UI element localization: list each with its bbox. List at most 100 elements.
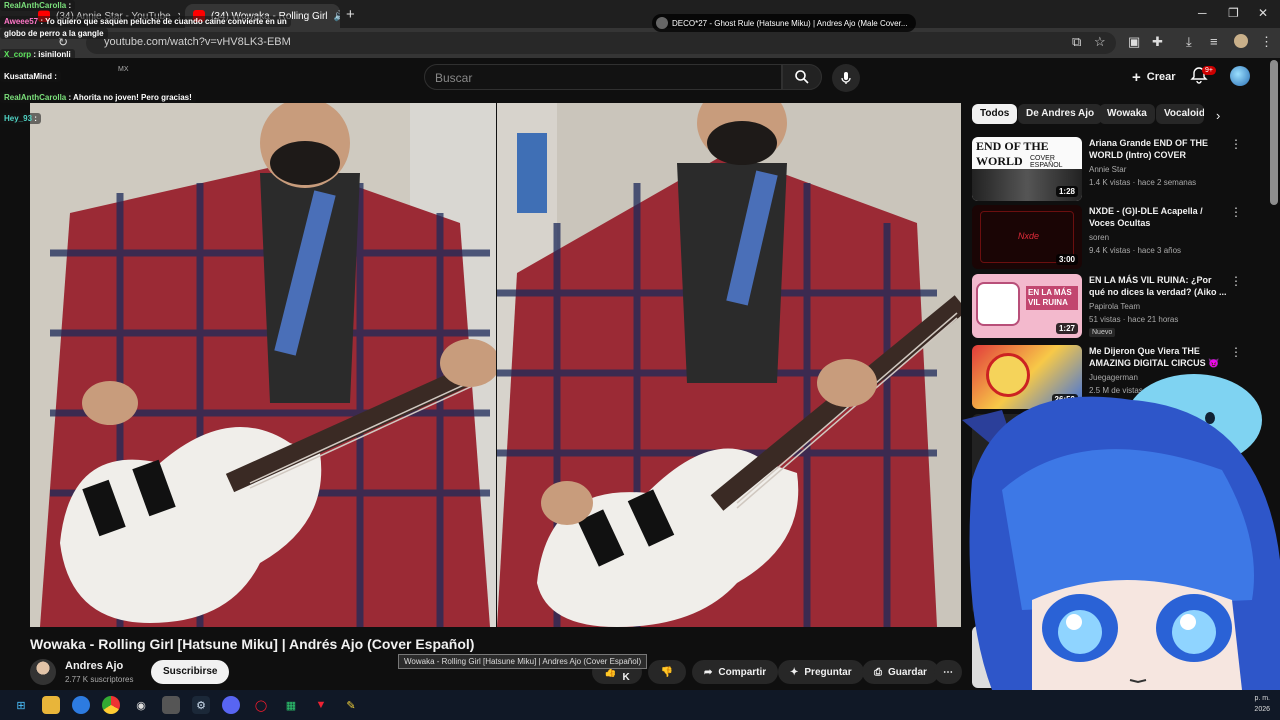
clock-time: p. m. <box>1254 695 1270 702</box>
rec-channel[interactable]: soren <box>1089 233 1109 242</box>
recommendation-item[interactable]: Nxde 3:00 NXDE - (G)I-DLE Acapella / Voc… <box>972 205 1262 269</box>
search-button[interactable] <box>782 64 822 90</box>
discord-icon[interactable] <box>222 696 240 714</box>
recommendation-item[interactable]: END OF THE WORLD COVER ESPAÑOL 1:28 Aria… <box>972 137 1262 201</box>
chip-wowaka[interactable]: Wowaka <box>1099 104 1155 124</box>
steam-icon[interactable]: ⚙ <box>192 696 210 714</box>
country-code: MX <box>118 66 129 73</box>
create-label: Crear <box>1146 71 1176 83</box>
sparkle-icon: ✦ <box>790 666 799 678</box>
install-app-icon[interactable]: ⧉ <box>1072 34 1081 50</box>
more-actions-button[interactable]: ⋯ <box>934 660 962 684</box>
chat-user: X_corp <box>4 50 32 59</box>
thumb-art <box>976 282 1020 326</box>
guitarist-illustration <box>30 103 496 627</box>
vtuber-avatar-overlay <box>962 374 1280 690</box>
video-frame-right <box>497 103 961 627</box>
account-avatar[interactable] <box>1230 66 1250 86</box>
media-queue-icon[interactable]: ≡ <box>1210 34 1218 49</box>
video-thumbnail[interactable]: END OF THE WORLD COVER ESPAÑOL 1:28 <box>972 137 1082 201</box>
file-explorer-icon[interactable] <box>42 696 60 714</box>
subscribe-button[interactable]: Suscribirse <box>151 660 230 684</box>
chat-message: RealAnthCarolla : Ahorita no joven! Pero… <box>0 92 196 103</box>
page-scrollbar[interactable] <box>1270 60 1278 205</box>
search-input[interactable]: Buscar <box>424 64 782 90</box>
chat-message: Hey_93 : <box>0 113 41 124</box>
dislike-button[interactable]: 👎 <box>648 660 686 684</box>
game-icon[interactable]: ▼ <box>312 696 330 714</box>
search-placeholder: Buscar <box>435 71 473 85</box>
more-options-icon[interactable]: ⋮ <box>1230 345 1242 359</box>
rec-title[interactable]: EN LA MÁS VIL RUINA: ¿Por qué no dices l… <box>1089 274 1227 298</box>
chrome-icon[interactable] <box>102 696 120 714</box>
more-options-icon[interactable]: ⋮ <box>1230 205 1242 219</box>
edge-browser-icon[interactable] <box>72 696 90 714</box>
bookmark-icon: ⎙ <box>874 666 882 678</box>
address-bar[interactable]: youtube.com/watch?v=vHV8LK3-EBM <box>86 32 1116 54</box>
pen-app-icon[interactable]: ✎ <box>342 696 360 714</box>
share-label: Compartir <box>718 666 767 678</box>
menu-dots-icon[interactable]: ⋮ <box>1260 34 1273 50</box>
channel-avatar[interactable] <box>30 659 56 685</box>
download-icon[interactable]: ⤓ <box>1186 34 1192 50</box>
close-window-icon[interactable]: ✕ <box>1258 6 1268 20</box>
video-frame-left <box>30 103 496 627</box>
thumb-subtext: COVER ESPAÑOL <box>1030 155 1063 169</box>
new-tab-button[interactable]: + <box>346 6 355 23</box>
voice-search-button[interactable] <box>832 64 860 92</box>
share-icon: ➦ <box>704 666 713 678</box>
chat-message: Aweee57 : Yo quiero que saquen peluche d… <box>0 16 291 27</box>
rec-channel[interactable]: Annie Star <box>1089 165 1126 174</box>
chat-message: X_corp : isinilonli <box>0 49 75 60</box>
minimize-icon[interactable]: ─ <box>1198 6 1207 20</box>
microphone-icon <box>841 72 851 84</box>
more-options-icon[interactable]: ⋮ <box>1230 137 1242 151</box>
chevron-right-icon[interactable]: › <box>1216 108 1220 123</box>
profile-avatar[interactable] <box>1234 34 1248 48</box>
chat-text: : <box>68 1 72 10</box>
ask-button[interactable]: ✦ Preguntar <box>778 660 864 684</box>
bookmark-star-icon[interactable]: ☆ <box>1094 34 1106 50</box>
rec-title[interactable]: Ariana Grande END OF THE WORLD (Intro) C… <box>1089 137 1227 161</box>
duration-badge: 3:00 <box>1055 254 1078 265</box>
chat-text: : <box>34 114 37 123</box>
thumb-text: EN LA MÁS VIL RUINA <box>1026 286 1078 310</box>
speaker-icon[interactable]: 🔊 <box>334 11 340 22</box>
chip-todos[interactable]: Todos <box>972 104 1018 124</box>
rec-title[interactable]: NXDE - (G)I-DLE Acapella / Voces Ocultas <box>1089 205 1227 229</box>
chip-de-andres-ajo[interactable]: De Andres Ajo <box>1018 104 1103 124</box>
rec-channel[interactable]: Papirola Team <box>1089 302 1140 311</box>
create-button[interactable]: + Crear <box>1124 66 1184 88</box>
app-icon[interactable] <box>162 696 180 714</box>
chip-vocaloid[interactable]: Vocaloid <box>1156 104 1204 124</box>
save-button[interactable]: ⎙ Guardar <box>862 660 939 684</box>
now-playing-overlay[interactable]: DECO*27 - Ghost Rule (Hatsune Miku) | An… <box>652 14 916 32</box>
chat-user: RealAnthCarolla <box>4 1 67 10</box>
video-player[interactable] <box>30 103 961 627</box>
new-badge: Nuevo <box>1089 328 1116 337</box>
more-options-icon[interactable]: ⋮ <box>1230 274 1242 288</box>
puzzle-icon[interactable]: ✚ <box>1152 34 1163 50</box>
chat-text: : isinilonli <box>33 50 71 59</box>
windows-start-icon[interactable]: ⊞ <box>12 696 30 714</box>
recommendation-item[interactable]: EN LA MÁS VIL RUINA 1:27 EN LA MÁS VIL R… <box>972 274 1262 338</box>
maximize-icon[interactable]: ❐ <box>1228 6 1239 20</box>
video-thumbnail[interactable]: Nxde 3:00 <box>972 205 1082 269</box>
chat-user: Aweee57 <box>4 17 39 26</box>
share-button[interactable]: ➦ Compartir <box>692 660 779 684</box>
excel-icon[interactable]: ▦ <box>282 696 300 714</box>
overlay-title: DECO*27 - Ghost Rule (Hatsune Miku) | An… <box>672 18 908 28</box>
video-thumbnail[interactable]: EN LA MÁS VIL RUINA 1:27 <box>972 274 1082 338</box>
system-clock[interactable]: p. m. 2026 <box>1254 693 1270 715</box>
chat-message: RealAnthCarolla : <box>0 0 76 11</box>
clock-date: 2026 <box>1254 706 1270 713</box>
guitarist-illustration <box>497 103 961 627</box>
ask-label: Preguntar <box>804 666 852 678</box>
extension-icon[interactable]: ▣ <box>1128 34 1140 50</box>
obs-icon[interactable]: ◉ <box>132 696 150 714</box>
channel-name[interactable]: Andres Ajo <box>65 660 123 672</box>
screen: (34) Annie Star - YouTube ✕ (34) Wowaka … <box>0 0 1280 720</box>
notification-badge: 9+ <box>1202 66 1216 75</box>
chat-user: KusattaMind <box>4 72 52 81</box>
opera-icon[interactable]: ◯ <box>252 696 270 714</box>
